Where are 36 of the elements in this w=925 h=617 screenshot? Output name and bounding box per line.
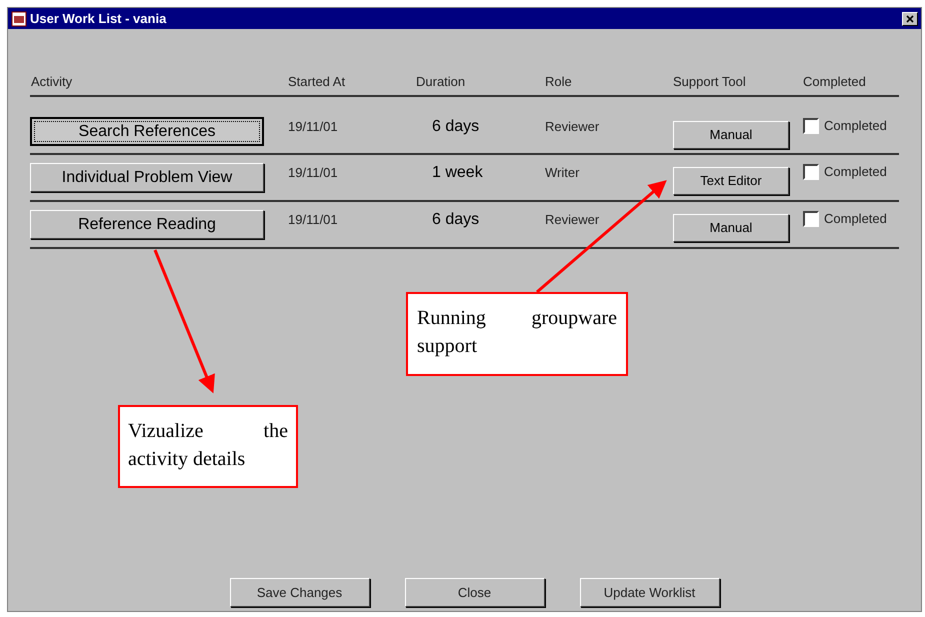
duration-cell-text: 1 week	[431, 163, 484, 183]
role-cell-text: Reviewer	[545, 118, 600, 136]
checkbox[interactable]	[803, 210, 819, 227]
checkbox-label: Completed	[824, 163, 887, 181]
checkbox[interactable]	[803, 118, 819, 134]
callout: Running groupware support	[406, 292, 628, 376]
activity-button[interactable]: Individual Problem View	[30, 163, 264, 192]
checkbox-label: Completed	[824, 210, 887, 228]
column-header: Started At	[288, 73, 346, 92]
close-button[interactable]	[902, 12, 918, 26]
duration-cell-text: 6 days	[431, 210, 480, 230]
close-icon	[906, 14, 914, 22]
activity-button[interactable]: Search References	[30, 117, 264, 146]
dialog-button[interactable]: Close	[404, 578, 544, 607]
role-cell-text: Reviewer	[545, 211, 600, 229]
column-header: Activity	[30, 73, 74, 92]
column-header: Completed	[803, 73, 867, 92]
date-cell-text: 19/11/01	[288, 118, 339, 136]
checkbox[interactable]	[803, 164, 819, 180]
duration-cell-text: 6 days	[431, 117, 480, 137]
tool-button[interactable]: Text Editor	[673, 167, 789, 195]
window-title: User Work List - vania	[30, 10, 166, 28]
tool-button[interactable]: Manual	[673, 214, 789, 242]
role-cell-text: Writer	[545, 164, 580, 182]
tool-button[interactable]: Manual	[673, 121, 789, 149]
checkbox-label: Completed	[824, 117, 887, 135]
callout: Vizualize the activity details	[118, 405, 298, 488]
dialog-button[interactable]: Save Changes	[230, 578, 370, 607]
date-cell-text: 19/11/01	[288, 164, 339, 182]
column-header: Support Tool	[673, 73, 747, 92]
column-header: Role	[545, 73, 573, 92]
dialog-button[interactable]: Update Worklist	[580, 578, 720, 607]
column-header: Duration	[416, 73, 466, 92]
date-cell-text: 19/11/01	[288, 211, 339, 229]
activity-button[interactable]: Reference Reading	[30, 210, 264, 239]
app-icon	[11, 10, 27, 26]
